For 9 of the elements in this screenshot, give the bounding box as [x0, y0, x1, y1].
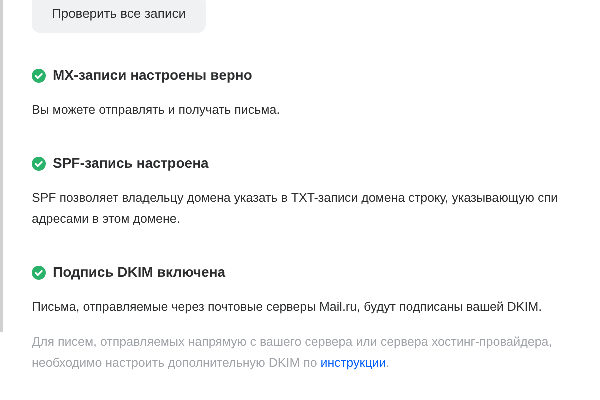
- section-title: Подпись DKIM включена: [53, 263, 226, 282]
- instructions-link[interactable]: инструкции: [320, 356, 386, 370]
- paragraph: Письма, отправляемые через почтовые серверы Mail.ru, будут подписаны вашей DKIM.: [32, 299, 544, 316]
- check-all-records-button[interactable]: Проверить все записи: [32, 0, 206, 33]
- paragraph: Вы можете отправлять и получать письма.: [32, 102, 282, 119]
- section-title: SPF-запись настроена: [53, 154, 209, 173]
- paragraph: Для писем, отправляемых напрямую с вашего сервера или сервера хостинг-провайдера, необходимо настроить дополнительную DKIM по инструкции.: [32, 334, 554, 372]
- section-title: MX-записи настроены верно: [53, 66, 252, 85]
- paragraph: SPF позволяет владельцу домена указать в TXT-записи домена строку, указывающую спи адресами в этом домене.: [32, 190, 558, 228]
